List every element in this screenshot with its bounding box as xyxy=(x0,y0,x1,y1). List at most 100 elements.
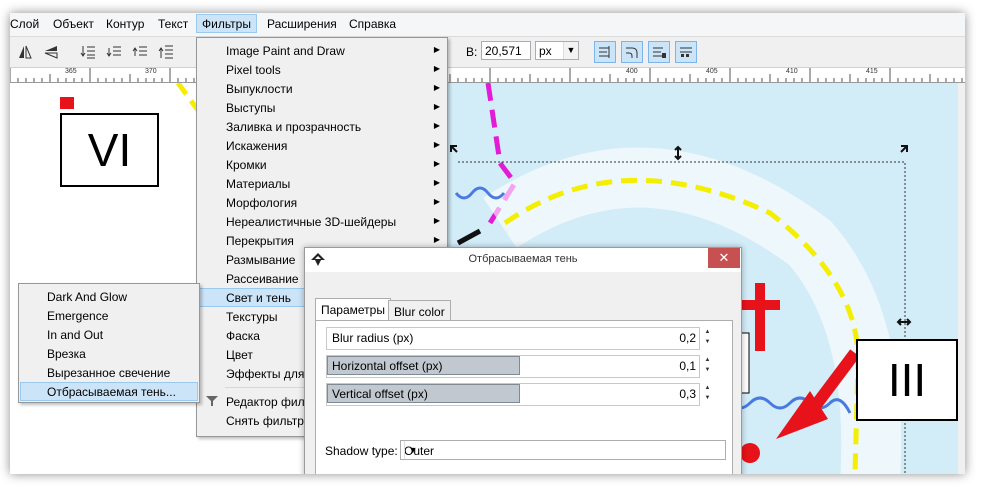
tool-controls-bar: В: 20,571 px ▼ xyxy=(10,37,965,68)
scale-stroke-icon[interactable] xyxy=(594,41,616,63)
filters-item[interactable]: Искажения ▶ xyxy=(198,136,446,155)
submenu-item-label: Вырезанное свечение xyxy=(47,366,171,380)
filters-item[interactable]: Выступы ▶ xyxy=(198,98,446,117)
submenu-item-label: Dark And Glow xyxy=(47,290,128,304)
height-input[interactable]: 20,571 xyxy=(481,41,531,60)
flip-vertical-icon[interactable] xyxy=(40,41,62,63)
ruler-tick-label: 415 xyxy=(866,68,878,75)
submenu-arrow-icon: ▶ xyxy=(433,64,440,73)
menu-extensions[interactable]: Расширения xyxy=(267,17,337,31)
unit-select[interactable]: px ▼ xyxy=(535,41,579,60)
shadow-type-select[interactable]: Outer ▼ xyxy=(400,440,726,460)
filters-item-label: Перекрытия xyxy=(226,234,294,248)
submenu-arrow-icon: ▶ xyxy=(433,83,440,92)
menu-layer[interactable]: Слой xyxy=(10,17,39,31)
submenu-arrow-icon: ▶ xyxy=(433,197,440,206)
submenu-item[interactable]: In and Out xyxy=(20,325,198,344)
filters-item-label: Pixel tools xyxy=(226,63,281,77)
submenu-item-label: In and Out xyxy=(47,328,104,342)
box-vi[interactable]: VI xyxy=(60,113,159,187)
lower-icon[interactable] xyxy=(103,41,125,63)
transform-gradients-icon[interactable] xyxy=(648,41,670,63)
filters-item-label: Нереалистичные 3D-шейдеры xyxy=(226,215,397,229)
submenu-item-label: Врезка xyxy=(47,347,86,361)
filters-item[interactable]: Заливка и прозрачность ▶ xyxy=(198,117,446,136)
blur-radius-field[interactable]: Blur radius (px) 0,2 xyxy=(326,327,700,350)
dialog-title: Отбрасываемая тень xyxy=(468,253,578,265)
menu-help[interactable]: Справка xyxy=(349,17,396,31)
red-marker xyxy=(60,97,74,109)
raise-to-top-icon[interactable] xyxy=(155,41,177,63)
lower-to-bottom-icon[interactable] xyxy=(77,41,99,63)
funnel-icon xyxy=(205,395,219,410)
vertical-offset-field[interactable]: Vertical offset (px) 0,3 xyxy=(326,383,700,406)
light-shadow-submenu: Dark And Glow Emergence In and Out Врезк… xyxy=(18,283,200,403)
box-iii[interactable]: III xyxy=(856,339,958,421)
horizontal-offset-field[interactable]: Horizontal offset (px) 0,1 xyxy=(326,355,700,378)
parameters-panel: Blur radius (px) 0,2 ▲ ▼ Horizontal offse… xyxy=(315,320,733,474)
blur-radius-spinner[interactable]: ▲ ▼ xyxy=(702,327,713,348)
submenu-arrow-icon: ▶ xyxy=(433,45,440,54)
ruler-tick-label: 410 xyxy=(786,68,798,75)
remove-filters-label: Снять фильтры xyxy=(226,414,313,428)
submenu-item[interactable]: Врезка xyxy=(20,344,198,363)
filters-item-label: Материалы xyxy=(226,177,291,191)
dialog-titlebar[interactable]: Отбрасываемая тень ✕ xyxy=(305,248,741,272)
spin-down-icon[interactable]: ▼ xyxy=(702,337,713,347)
unit-value: px xyxy=(539,44,552,58)
tab-blur-color[interactable]: Blur color xyxy=(388,300,451,320)
drop-shadow-dialog: Отбрасываемая тень ✕ Параметры Blur colo… xyxy=(304,247,742,474)
ruler-tick-label: 365 xyxy=(65,68,77,75)
ruler-tick-label: 400 xyxy=(626,68,638,75)
shadow-type-label: Shadow type: xyxy=(325,444,398,458)
spin-up-icon[interactable]: ▲ xyxy=(702,327,713,337)
spin-up-icon[interactable]: ▲ xyxy=(702,355,713,365)
canvas-scrollbar[interactable] xyxy=(958,83,965,474)
horizontal-offset-spinner[interactable]: ▲ ▼ xyxy=(702,355,713,376)
filters-item[interactable]: Pixel tools ▶ xyxy=(198,60,446,79)
filters-item-label: Морфология xyxy=(226,196,298,210)
filters-item[interactable]: Image Paint and Draw ▶ xyxy=(198,41,446,60)
filters-item[interactable]: Кромки ▶ xyxy=(198,155,446,174)
tab-parameters[interactable]: Параметры xyxy=(315,298,391,321)
menu-text[interactable]: Текст xyxy=(158,17,188,31)
submenu-item[interactable]: Вырезанное свечение xyxy=(20,363,198,382)
transform-patterns-icon[interactable] xyxy=(675,41,697,63)
spin-up-icon[interactable]: ▲ xyxy=(702,383,713,393)
blur-radius-value: 0,2 xyxy=(679,331,696,345)
horizontal-ruler[interactable]: 365 370 400 405 410 415 xyxy=(10,68,965,83)
filters-item[interactable]: Материалы ▶ xyxy=(198,174,446,193)
vertical-offset-spinner[interactable]: ▲ ▼ xyxy=(702,383,713,404)
filters-item-label: Кромки xyxy=(226,158,267,172)
dialog-body: Параметры Blur color Blur radius (px) 0,… xyxy=(305,272,741,474)
horizontal-offset-value: 0,1 xyxy=(679,359,696,373)
red-dot xyxy=(740,443,760,463)
chevron-down-icon: ▼ xyxy=(404,441,421,459)
filters-item-label: Image Paint and Draw xyxy=(226,44,345,58)
filters-item[interactable]: Морфология ▶ xyxy=(198,193,446,212)
scale-corners-icon[interactable] xyxy=(621,41,643,63)
menu-path[interactable]: Контур xyxy=(106,17,144,31)
submenu-item-drop-shadow[interactable]: Отбрасываемая тень... xyxy=(20,382,198,401)
submenu-item[interactable]: Emergence xyxy=(20,306,198,325)
filters-item[interactable]: Выпуклости ▶ xyxy=(198,79,446,98)
spin-down-icon[interactable]: ▼ xyxy=(702,393,713,403)
flip-horizontal-icon[interactable] xyxy=(14,41,36,63)
filters-item-label: Текстуры xyxy=(226,310,278,324)
close-button[interactable]: ✕ xyxy=(708,248,740,268)
filter-editor-label: Редактор филь xyxy=(226,395,311,409)
spin-down-icon[interactable]: ▼ xyxy=(702,365,713,375)
submenu-arrow-icon: ▶ xyxy=(433,140,440,149)
menu-object[interactable]: Объект xyxy=(53,17,94,31)
filters-item-label: Искажения xyxy=(226,139,288,153)
height-label: В: xyxy=(466,45,478,59)
filters-item[interactable]: Нереалистичные 3D-шейдеры ▶ xyxy=(198,212,446,231)
submenu-arrow-icon: ▶ xyxy=(433,216,440,225)
submenu-item-label: Отбрасываемая тень... xyxy=(47,385,176,399)
raise-icon[interactable] xyxy=(129,41,151,63)
filters-item-label: Рассеивание xyxy=(226,272,299,286)
filters-item-label: Выступы xyxy=(226,101,276,115)
submenu-item[interactable]: Dark And Glow xyxy=(20,287,198,306)
menu-filters[interactable]: Фильтры xyxy=(196,14,257,33)
ruler-tick-label: 405 xyxy=(706,68,718,75)
